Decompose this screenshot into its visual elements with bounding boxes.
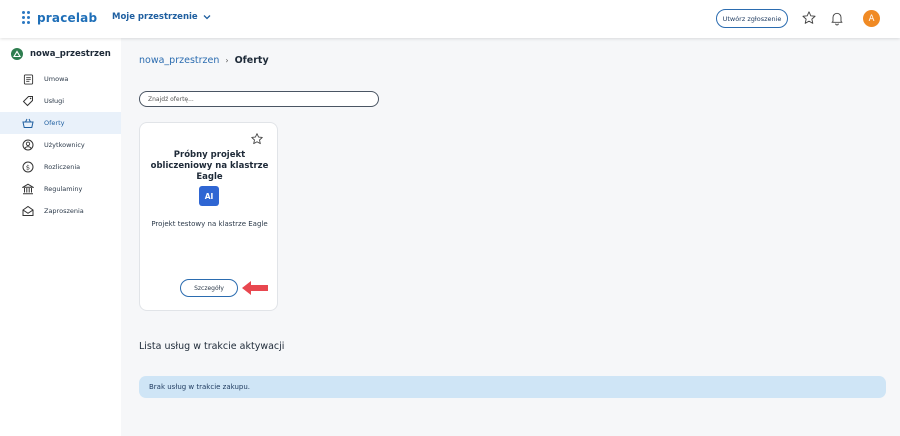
breadcrumb-link-workspace[interactable]: nowa_przestrzen <box>139 55 219 66</box>
sidebar-item-oferty[interactable]: Oferty <box>0 112 121 134</box>
logo-text: pracelab <box>37 11 98 25</box>
sidebar-item-rozliczenia[interactable]: $ Rozliczenia <box>0 156 121 178</box>
logo[interactable]: pracelab <box>22 10 97 26</box>
sidebar-item-umowa[interactable]: Umowa <box>0 68 121 90</box>
offer-title: Próbny projekt obliczeniowy na klastrze … <box>150 150 269 182</box>
details-button[interactable]: Szczegóły <box>180 279 238 297</box>
empty-state-alert: Brak usług w trakcie zakupu. <box>139 376 886 398</box>
create-ticket-button[interactable]: Utwórz zgłoszenie <box>716 9 788 28</box>
dollar-circle-icon: $ <box>22 161 34 173</box>
sidebar-item-label: Usługi <box>44 97 65 105</box>
user-circle-icon <box>22 139 34 151</box>
chevron-right-icon: › <box>225 56 229 65</box>
page-title: Oferty <box>234 55 269 66</box>
basket-icon <box>22 117 34 129</box>
offer-description: Projekt testowy na klastrze Eagle <box>151 220 268 228</box>
chevron-down-icon <box>203 15 211 20</box>
sidebar-item-label: Rozliczenia <box>44 163 81 171</box>
workspace-name: nowa_przestrzen <box>30 49 111 59</box>
workspace-switcher[interactable]: Moje przestrzenie <box>112 12 211 22</box>
sidebar-nav: Umowa Usługi Oferty Użytkownicy $ Rozlic… <box>0 68 121 222</box>
sidebar-item-label: Regulaminy <box>44 185 83 193</box>
star-icon[interactable] <box>801 10 817 26</box>
document-icon <box>22 73 34 85</box>
sidebar-item-regulaminy[interactable]: Regulaminy <box>0 178 121 200</box>
sidebar-item-label: Oferty <box>44 119 65 127</box>
activation-section-title: Lista usług w trakcie aktywacji <box>139 341 285 352</box>
envelope-open-icon <box>22 205 34 217</box>
sidebar-item-label: Umowa <box>44 75 69 83</box>
workspace-header[interactable]: nowa_przestrzen <box>11 48 111 60</box>
empty-state-message: Brak usług w trakcie zakupu. <box>149 383 251 391</box>
sidebar-item-zaproszenia[interactable]: Zaproszenia <box>0 200 121 222</box>
bell-icon[interactable] <box>829 10 845 26</box>
top-header: pracelab Moje przestrzenie Utwórz zgłosz… <box>0 0 900 38</box>
ai-chip-icon: AI <box>199 186 219 206</box>
sidebar-item-uslugi[interactable]: Usługi <box>0 90 121 112</box>
tag-icon <box>22 95 34 107</box>
bank-icon <box>22 183 34 195</box>
sidebar-item-label: Użytkownicy <box>44 141 85 149</box>
favorite-star-icon[interactable] <box>250 132 264 146</box>
sidebar-item-uzytkownicy[interactable]: Użytkownicy <box>0 134 121 156</box>
avatar[interactable]: A <box>863 10 880 27</box>
pointer-arrow-icon <box>242 281 268 295</box>
offer-search-input[interactable] <box>139 91 379 107</box>
breadcrumb: nowa_przestrzen › Oferty <box>139 55 269 66</box>
svg-text:$: $ <box>26 163 30 171</box>
sidebar-item-label: Zaproszenia <box>44 207 84 215</box>
logo-icon <box>22 10 34 26</box>
sidebar: nowa_przestrzen Umowa Usługi Oferty Użyt… <box>0 38 121 436</box>
workspace-switcher-label: Moje przestrzenie <box>112 12 198 22</box>
workspace-icon <box>11 48 23 60</box>
